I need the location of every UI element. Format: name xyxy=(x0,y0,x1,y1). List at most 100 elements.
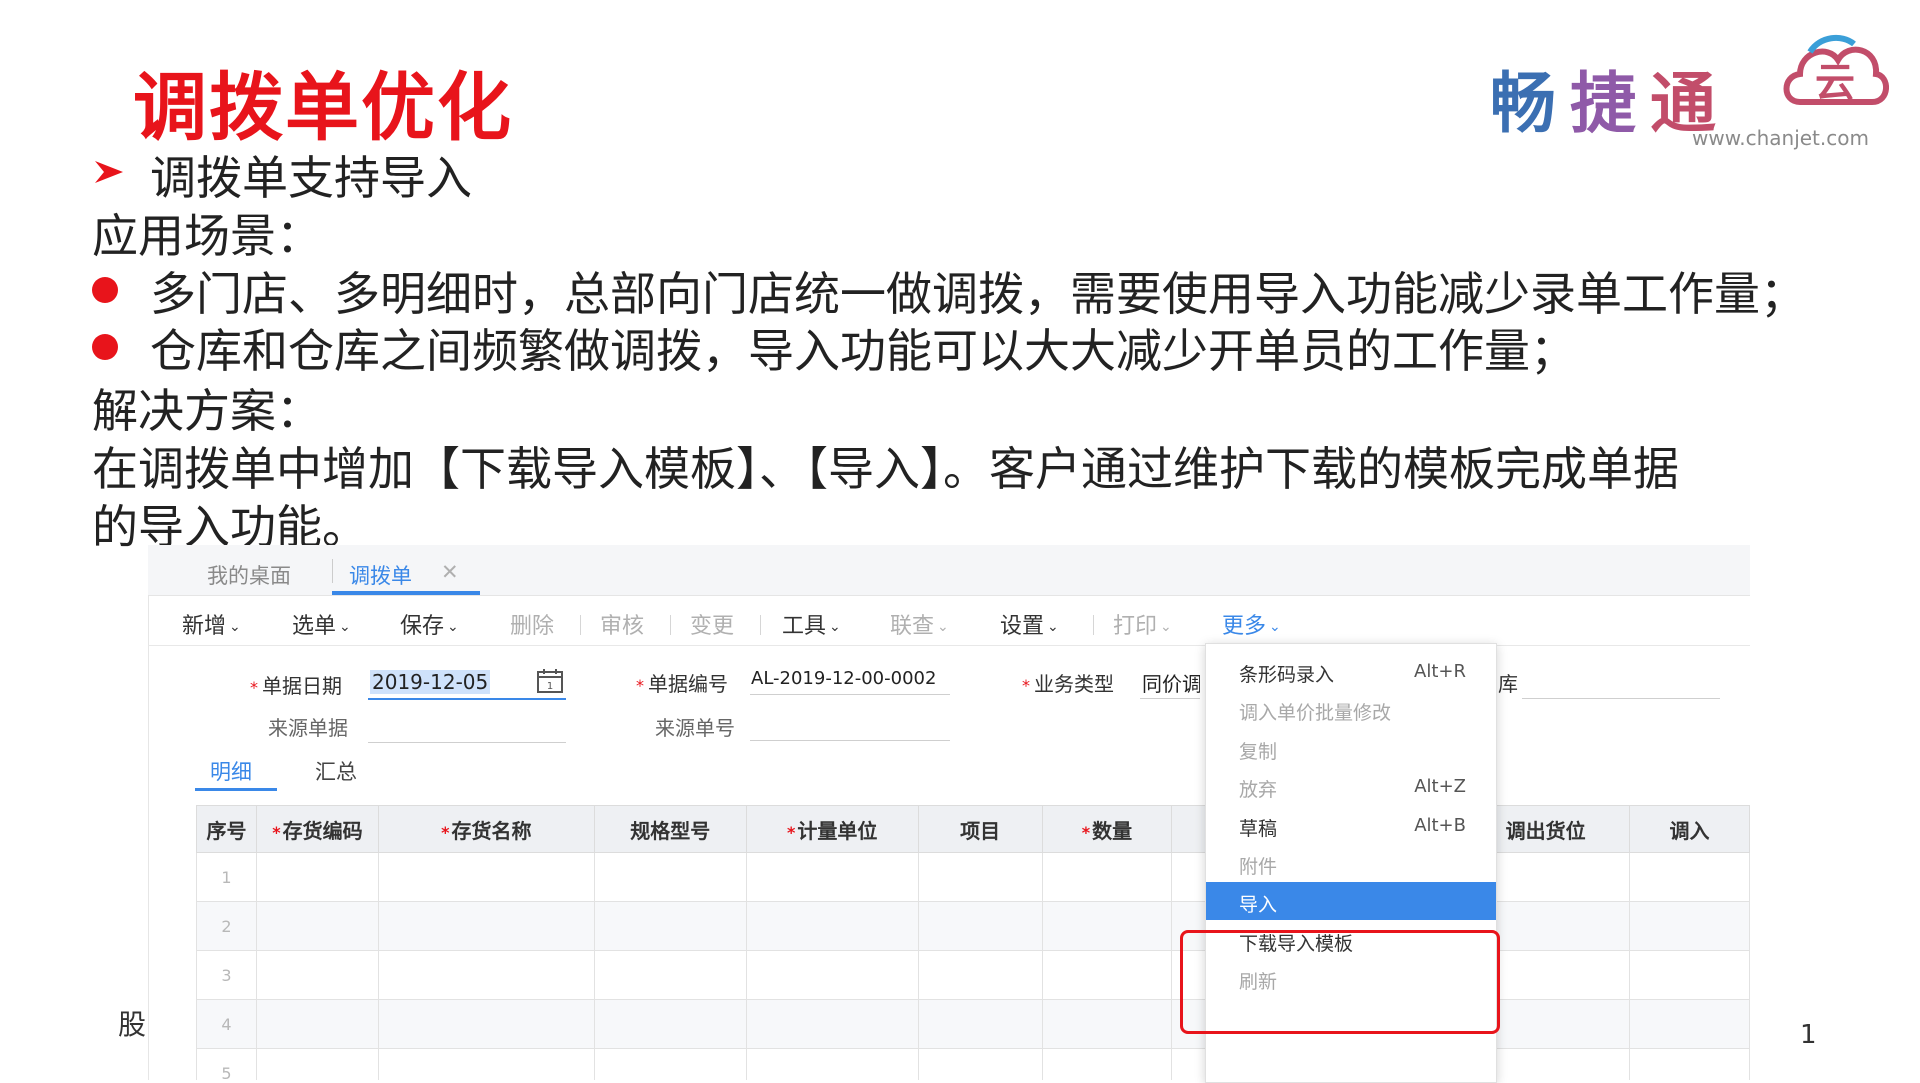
grid-cell[interactable] xyxy=(745,1048,919,1080)
grid-cell[interactable] xyxy=(1041,901,1173,951)
menu-item[interactable]: 附件 xyxy=(1206,844,1496,882)
menu-item[interactable]: 导入 xyxy=(1206,882,1496,921)
new-label: 新增 xyxy=(182,614,227,639)
column-header[interactable]: 项目 xyxy=(917,805,1043,853)
grid-cell[interactable] xyxy=(377,852,595,902)
audit-button[interactable]: 审核 xyxy=(600,608,644,640)
row-number-cell: 2 xyxy=(196,901,257,951)
grid-cell[interactable] xyxy=(377,901,595,951)
column-header[interactable]: * 计量单位 xyxy=(745,805,919,853)
subtab-detail[interactable]: 明细 xyxy=(210,756,252,786)
toolbar-separator xyxy=(580,615,581,635)
grid-cell[interactable] xyxy=(1629,901,1750,951)
grid-cell[interactable] xyxy=(745,901,919,951)
source-no-field[interactable] xyxy=(750,740,950,741)
grid-cell[interactable] xyxy=(255,901,379,951)
tools-button[interactable]: 工具 ⌄ xyxy=(782,608,841,640)
table-row[interactable]: 2 xyxy=(196,901,1750,951)
menu-item[interactable]: 条形码录入 Alt+R xyxy=(1206,652,1496,690)
chevron-down-icon: ⌄ xyxy=(1160,619,1172,635)
grid-cell[interactable] xyxy=(917,999,1043,1049)
doc-no-field[interactable]: AL-2019-12-00-0002 xyxy=(751,668,936,689)
solution-heading: 解决方案： xyxy=(92,384,322,438)
save-button[interactable]: 保存 ⌄ xyxy=(400,608,459,640)
column-header[interactable]: * 数量 xyxy=(1041,805,1173,853)
column-header-label: 序号 xyxy=(206,818,247,843)
grid-cell[interactable] xyxy=(255,1048,379,1080)
linked-query-button[interactable]: 联查 ⌄ xyxy=(890,608,949,640)
column-header[interactable]: 规格型号 xyxy=(593,805,747,853)
column-header-label: 存货编码 xyxy=(282,818,363,843)
print-button[interactable]: 打印 ⌄ xyxy=(1113,608,1172,640)
menu-item-label: 调入单价批量修改 xyxy=(1239,702,1392,725)
settings-button[interactable]: 设置 ⌄ xyxy=(1000,608,1059,640)
logo-url: www.chanjet.com xyxy=(1692,126,1869,150)
column-header[interactable]: 调入 xyxy=(1629,805,1750,853)
grid-cell[interactable] xyxy=(745,852,919,902)
grid-cell[interactable] xyxy=(377,950,595,1000)
biz-type-field[interactable]: 同价调 xyxy=(1142,668,1200,697)
grid-cell[interactable] xyxy=(1629,950,1750,1000)
column-header-label: 调出货位 xyxy=(1505,818,1586,843)
chanjet-logo: 畅捷通 云 www.chanjet.com xyxy=(1490,30,1890,160)
tab-transfer-order[interactable]: 调拨单 xyxy=(349,560,412,590)
grid-cell[interactable] xyxy=(745,999,919,1049)
more-button[interactable]: 更多 ⌄ xyxy=(1222,608,1281,640)
grid-cell[interactable] xyxy=(1629,999,1750,1049)
save-label: 保存 xyxy=(400,614,445,639)
grid-cell[interactable] xyxy=(745,950,919,1000)
doc-no-label-text: 单据编号 xyxy=(648,672,728,696)
column-header[interactable]: * 存货编码 xyxy=(255,805,379,853)
grid-cell[interactable] xyxy=(593,950,747,1000)
grid-cell[interactable] xyxy=(255,950,379,1000)
grid-cell[interactable] xyxy=(1041,1048,1173,1080)
tab-close-icon[interactable]: ✕ xyxy=(441,560,459,584)
grid-cell[interactable] xyxy=(1041,852,1173,902)
grid-cell[interactable] xyxy=(255,999,379,1049)
grid-cell[interactable] xyxy=(917,901,1043,951)
bullet-dot-icon xyxy=(92,334,118,360)
bullet-2: 仓库和仓库之间频繁做调拨，导入功能可以大大减少开单员的工作量； xyxy=(150,324,1576,378)
new-button[interactable]: 新增 ⌄ xyxy=(182,608,241,640)
source-doc-field[interactable] xyxy=(368,742,566,743)
select-button[interactable]: 选单 ⌄ xyxy=(292,608,351,640)
column-header[interactable]: 序号 xyxy=(196,805,257,853)
table-row[interactable]: 4 xyxy=(196,999,1750,1049)
menu-item[interactable]: 草稿 Alt+B xyxy=(1206,806,1496,844)
menu-item-label: 复制 xyxy=(1239,740,1278,763)
grid-cell[interactable] xyxy=(593,1048,747,1080)
table-row[interactable]: 5 xyxy=(196,1048,1750,1080)
grid-cell[interactable] xyxy=(1629,1048,1750,1080)
grid-cell[interactable] xyxy=(1041,950,1173,1000)
tab-separator xyxy=(332,559,333,583)
calendar-icon[interactable]: 1 xyxy=(536,668,564,694)
footer-text: 股 xyxy=(118,1008,147,1041)
grid-cell[interactable] xyxy=(917,1048,1043,1080)
subtab-summary[interactable]: 汇总 xyxy=(315,756,357,786)
grid-cell[interactable] xyxy=(917,950,1043,1000)
grid-cell[interactable] xyxy=(255,852,379,902)
chevron-down-icon: ⌄ xyxy=(229,619,241,635)
grid-cell[interactable] xyxy=(593,999,747,1049)
select-label: 选单 xyxy=(292,614,337,639)
menu-item[interactable]: 放弃 Alt+Z xyxy=(1206,767,1496,805)
delete-button[interactable]: 删除 xyxy=(510,608,554,640)
menu-item[interactable]: 复制 xyxy=(1206,729,1496,767)
grid-cell[interactable] xyxy=(377,1048,595,1080)
table-row[interactable]: 3 xyxy=(196,950,1750,1000)
change-button[interactable]: 变更 xyxy=(690,608,734,640)
date-field[interactable]: 2019-12-05 xyxy=(370,670,491,694)
grid-cell[interactable] xyxy=(1041,999,1173,1049)
grid-cell[interactable] xyxy=(917,852,1043,902)
grid-cell[interactable] xyxy=(377,999,595,1049)
grid-header-row: 序号 * 存货编码 * 存货名称 规格型号 * 计量单位 项目 * 数量 调出货位 调入 xyxy=(196,805,1750,853)
table-row[interactable]: 1 xyxy=(196,852,1750,902)
menu-item[interactable]: 调入单价批量修改 xyxy=(1206,690,1496,728)
grid-cell[interactable] xyxy=(1629,852,1750,902)
column-header[interactable]: * 存货名称 xyxy=(377,805,595,853)
row-number-cell: 1 xyxy=(196,852,257,902)
date-label-text: 单据日期 xyxy=(262,674,342,698)
grid-cell[interactable] xyxy=(593,901,747,951)
tab-my-desktop[interactable]: 我的桌面 xyxy=(207,560,291,590)
grid-cell[interactable] xyxy=(593,852,747,902)
